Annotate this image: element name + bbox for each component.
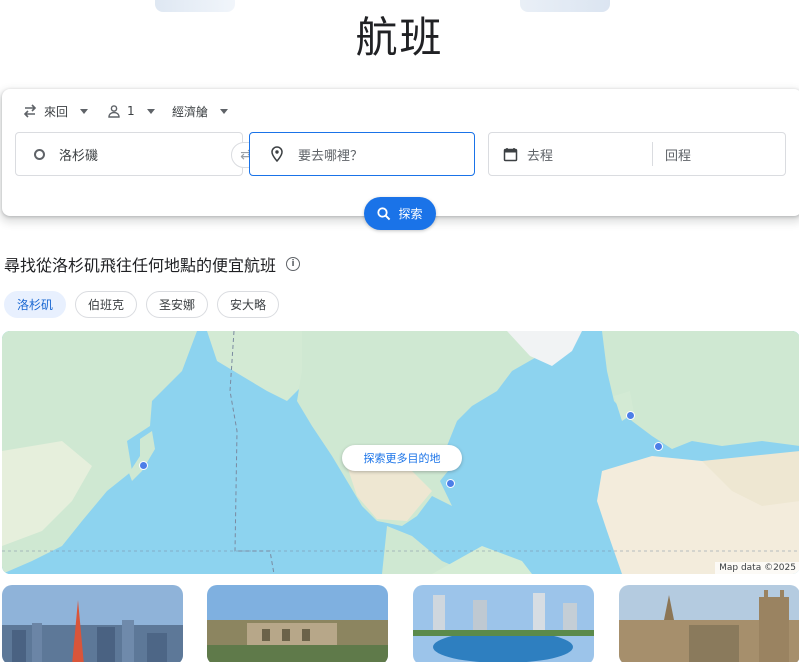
depart-date-field[interactable]: 去程 bbox=[489, 133, 649, 175]
city-image bbox=[413, 585, 594, 662]
destination-card-rome[interactable] bbox=[207, 585, 388, 662]
chevron-down-icon bbox=[80, 108, 89, 114]
cabin-class-select[interactable]: 經濟艙 bbox=[172, 101, 229, 121]
dates-field[interactable]: 去程 回程 bbox=[488, 132, 786, 176]
origin-field[interactable]: 洛杉磯 bbox=[15, 132, 243, 176]
map-attribution: Map data ©2025 bbox=[715, 562, 799, 574]
destination-card-tokyo[interactable] bbox=[2, 585, 183, 662]
deals-heading: 尋找從洛杉矶飛往任何地點的便宜航班 i bbox=[4, 252, 301, 276]
ring-icon bbox=[34, 148, 45, 160]
chip-airport-3[interactable]: 安大略 bbox=[217, 291, 280, 318]
chip-airport-2[interactable]: 圣安娜 bbox=[146, 291, 209, 318]
chevron-down-icon bbox=[146, 108, 155, 114]
city-image bbox=[2, 585, 183, 662]
depart-placeholder: 去程 bbox=[527, 148, 554, 164]
trip-type-label: 來回 bbox=[44, 104, 69, 119]
destination-card-london[interactable] bbox=[619, 585, 799, 662]
trip-type-select[interactable]: 來回 bbox=[22, 101, 89, 121]
destination-pin-london[interactable] bbox=[626, 411, 635, 420]
destination-card-orlando[interactable] bbox=[413, 585, 594, 662]
cabin-class-label: 經濟艙 bbox=[172, 104, 209, 119]
info-icon[interactable]: i bbox=[286, 257, 301, 271]
person-icon bbox=[108, 105, 120, 118]
chevron-down-icon bbox=[220, 108, 229, 114]
destinations-map[interactable]: 探索更多目的地 Map data ©2025 bbox=[2, 331, 799, 574]
return-placeholder: 回程 bbox=[665, 148, 692, 164]
page-title: 航班 bbox=[355, 13, 444, 62]
city-image bbox=[619, 585, 799, 662]
origin-value: 洛杉磯 bbox=[59, 148, 99, 164]
date-divider bbox=[652, 142, 653, 166]
chip-airport-1[interactable]: 伯班克 bbox=[75, 291, 138, 318]
city-image bbox=[207, 585, 388, 662]
chip-airport-0[interactable]: 洛杉矶 bbox=[4, 291, 67, 318]
location-pin-icon bbox=[271, 146, 283, 162]
destination-pin-tokyo[interactable] bbox=[139, 461, 148, 470]
destination-field[interactable]: 要去哪裡？ bbox=[249, 132, 475, 176]
search-button[interactable]: 探索 bbox=[364, 197, 436, 230]
explore-more-button[interactable]: 探索更多目的地 bbox=[342, 445, 462, 471]
passengers-select[interactable]: 1 bbox=[107, 101, 155, 121]
deals-title: 尋找從洛杉矶飛往任何地點的便宜航班 bbox=[4, 256, 277, 275]
search-icon bbox=[377, 206, 391, 220]
search-button-label: 探索 bbox=[398, 207, 423, 221]
calendar-icon bbox=[503, 147, 518, 161]
destination-pin-rome[interactable] bbox=[654, 442, 663, 451]
origin-airport-chips: 洛杉矶 伯班克 圣安娜 安大略 bbox=[4, 291, 280, 318]
destination-pin-orlando[interactable] bbox=[446, 479, 455, 488]
swap-arrows-icon bbox=[23, 104, 37, 118]
passengers-count: 1 bbox=[127, 104, 135, 118]
destination-placeholder: 要去哪裡？ bbox=[298, 148, 364, 164]
return-date-field[interactable]: 回程 bbox=[665, 133, 785, 175]
